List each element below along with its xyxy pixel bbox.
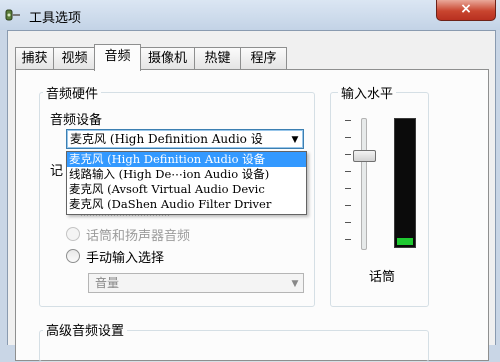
tab-label: 摄像机 (147, 51, 187, 66)
close-button[interactable]: × (436, 0, 496, 21)
chevron-down-icon[interactable]: ▼ (287, 130, 303, 148)
tab-label: 程序 (250, 51, 277, 66)
dropdown-option[interactable]: 麦克风 (DaShen Audio Filter Driver (67, 197, 306, 212)
dropdown-option[interactable]: 麦克风 (High Definition Audio 设备 (67, 152, 306, 167)
audio-hardware-group-label: 音频硬件 (43, 83, 102, 102)
title-bar: 工具选项 × (0, 0, 500, 30)
slider-tick (345, 154, 351, 155)
record-option-label: 记 (50, 164, 64, 179)
slider-tick (345, 188, 351, 189)
tab-programs[interactable]: 程序 (240, 47, 287, 70)
tab-label: 捕获 (21, 51, 48, 66)
input-level-group-label: 输入水平 (338, 83, 397, 102)
slider-tick (345, 205, 351, 206)
dropdown-option[interactable]: 线路输入 (High De⋯ion Audio 设备) (67, 167, 306, 182)
dropdown-option[interactable]: 麦克风 (Avsoft Virtual Audio Devic (67, 182, 306, 197)
audio-device-select[interactable]: 麦克风 (High Definition Audio 设 ▼ (66, 129, 304, 149)
audio-device-value: 麦克风 (High Definition Audio 设 (70, 132, 263, 146)
slider-tick (345, 222, 351, 223)
slider-tick (345, 137, 351, 138)
app-tool-icon (5, 9, 20, 21)
close-icon: × (460, 1, 472, 17)
tab-label: 音频 (104, 49, 131, 64)
tab-camera[interactable]: 摄像机 (140, 47, 195, 70)
audio-device-dropdown-list[interactable]: 麦克风 (High Definition Audio 设备 线路输入 (High… (66, 151, 307, 215)
manual-input-select[interactable]: 音量 ▼ (88, 273, 304, 293)
radio-mic-and-speaker-label: 话筒和扬声器音频 (86, 229, 191, 244)
slider-tick (345, 171, 351, 172)
input-volume-slider-thumb[interactable] (353, 150, 376, 162)
tab-hotkeys[interactable]: 热键 (194, 47, 241, 70)
tab-video[interactable]: 视频 (53, 47, 96, 70)
radio-manual-input-label: 手动输入选择 (86, 251, 165, 266)
audio-device-label: 音频设备 (50, 113, 103, 128)
slider-tick (345, 239, 351, 240)
input-source-label: 话筒 (369, 270, 396, 285)
manual-input-value: 音量 (95, 276, 120, 290)
window-title: 工具选项 (29, 11, 82, 26)
tab-label: 视频 (61, 51, 88, 66)
radio-manual-input[interactable] (66, 249, 80, 263)
slider-tick (345, 120, 351, 121)
chevron-down-icon[interactable]: ▼ (287, 274, 303, 292)
advanced-audio-group-label: 高级音频设置 (43, 320, 128, 339)
input-volume-slider-track[interactable] (361, 118, 367, 250)
radio-mic-and-speaker[interactable] (66, 227, 80, 241)
input-level-meter-fill (397, 238, 413, 245)
tab-label: 热键 (204, 51, 231, 66)
input-level-meter (394, 118, 416, 248)
tab-audio[interactable]: 音频 (94, 44, 141, 71)
tab-capture[interactable]: 捕获 (15, 47, 54, 70)
